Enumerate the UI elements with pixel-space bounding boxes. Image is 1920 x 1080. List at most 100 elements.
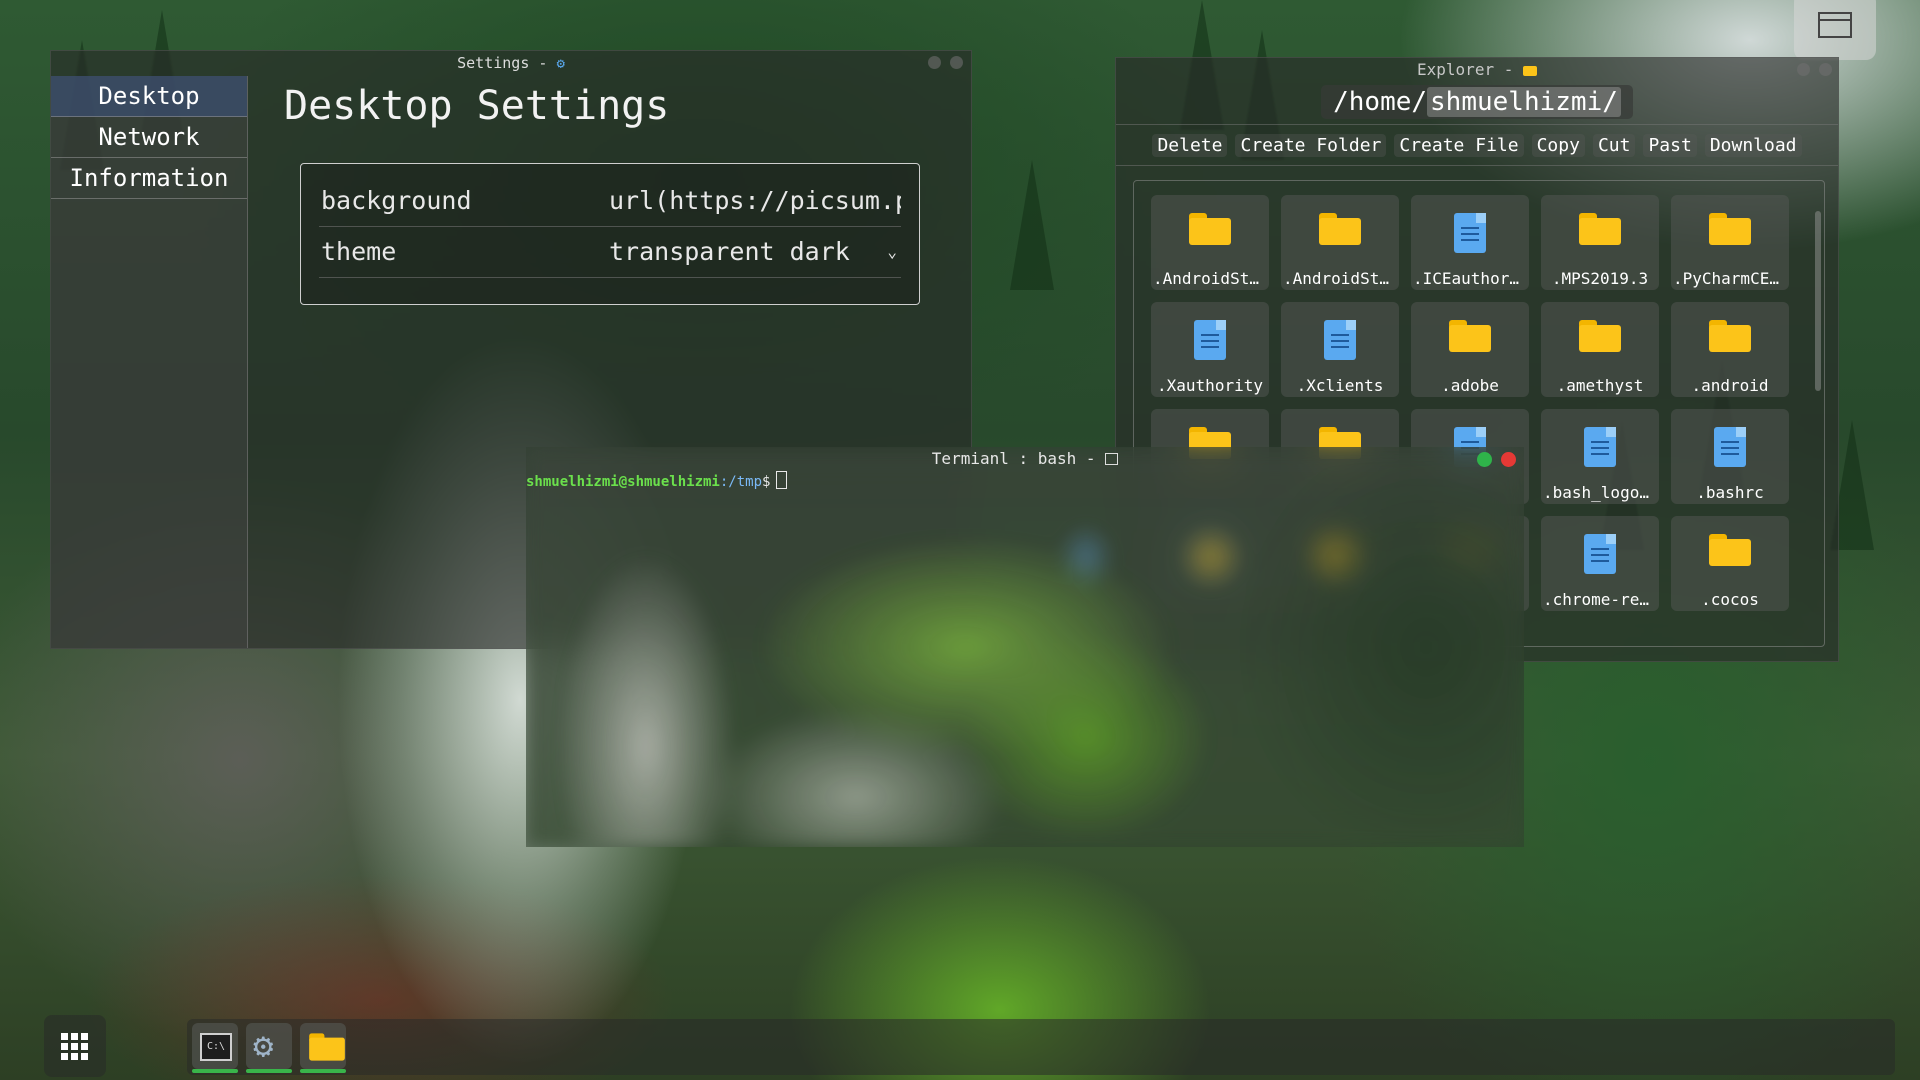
path-input[interactable]: /home/shmuelhizmi/ [1321, 85, 1633, 119]
app-launcher-button[interactable] [44, 1015, 106, 1077]
file-item-name: .Xclients [1296, 376, 1384, 395]
file-item[interactable]: .MPS2019.3 [1541, 195, 1659, 290]
file-icon [1714, 427, 1746, 467]
terminal-backdrop [526, 447, 1524, 847]
taskbar-terminal[interactable]: C:\ [192, 1023, 238, 1073]
file-item[interactable]: .Xclients [1281, 302, 1399, 397]
theme-select-value: transparent dark [609, 237, 850, 266]
setting-row-background: background url(https://picsum.ph [319, 176, 901, 227]
path-segment-current[interactable]: shmuelhizmi/ [1427, 87, 1621, 117]
explorer-title: Explorer - [1417, 60, 1523, 79]
explorer-titlebar[interactable]: Explorer - [1116, 58, 1838, 82]
gear-icon: ⚙ [253, 1026, 274, 1066]
file-item[interactable]: .AndroidStudio [1151, 195, 1269, 290]
path-bar: /home/shmuelhizmi/ [1116, 84, 1838, 120]
running-indicator [300, 1069, 346, 1073]
page-title: Desktop Settings [284, 83, 670, 129]
theme-select[interactable]: transparent dark ⌄ [609, 227, 901, 277]
file-item-name: .Xauthority [1157, 376, 1263, 395]
folder-icon [1189, 213, 1231, 245]
folder-icon [1319, 213, 1361, 245]
file-item-name: .AndroidStudio [1153, 269, 1267, 288]
create-folder-button[interactable]: Create Folder [1235, 133, 1387, 157]
scrollbar[interactable] [1815, 211, 1821, 391]
taskbar-explorer[interactable] [300, 1023, 346, 1073]
file-item-name: .PyCharmCE2019 [1673, 269, 1787, 288]
terminal-title: Termianl : bash - [931, 449, 1106, 468]
folder-icon [1579, 320, 1621, 352]
folder-icon [309, 1033, 345, 1061]
settings-sidebar: Desktop Network Information [51, 76, 248, 648]
file-item-name: .adobe [1441, 376, 1499, 395]
file-item-name: .android [1691, 376, 1769, 395]
explorer-toolbar: Delete Create Folder Create File Copy Cu… [1116, 124, 1838, 166]
sidebar-item-information[interactable]: Information [51, 158, 247, 199]
file-icon [1324, 320, 1356, 360]
delete-button[interactable]: Delete [1152, 133, 1228, 157]
file-item[interactable]: .adobe [1411, 302, 1529, 397]
wallpaper-tree [1010, 160, 1054, 290]
terminal-window[interactable]: Termianl : bash - shmuelhizmi@shmuelhizm… [526, 447, 1524, 847]
cut-button[interactable]: Cut [1592, 133, 1636, 157]
file-item-name: .bash_logout [1543, 483, 1657, 502]
running-indicator [192, 1069, 238, 1073]
file-item[interactable]: .bashrc [1671, 409, 1789, 504]
terminal-titlebar[interactable]: Termianl : bash - [526, 447, 1524, 471]
close-button[interactable] [1819, 63, 1832, 76]
file-item[interactable]: .amethyst [1541, 302, 1659, 397]
file-item[interactable]: .ICEauthority [1411, 195, 1529, 290]
file-item-name: .MPS2019.3 [1551, 269, 1649, 288]
folder-icon [1709, 213, 1751, 245]
taskbar: C:\ ⚙ [187, 1019, 1895, 1075]
window-icon [1818, 12, 1852, 38]
file-item-name: .chrome-remote [1543, 590, 1657, 609]
file-icon [1584, 534, 1616, 574]
file-item-name: .amethyst [1556, 376, 1644, 395]
running-indicator [246, 1069, 292, 1073]
file-item-name: .AndroidStudio [1283, 269, 1397, 288]
file-icon [1194, 320, 1226, 360]
create-file-button[interactable]: Create File [1394, 133, 1524, 157]
maximize-button[interactable] [1477, 452, 1492, 467]
folder-icon [1709, 320, 1751, 352]
file-icon [1454, 213, 1486, 253]
file-item[interactable]: .AndroidStudio [1281, 195, 1399, 290]
file-item[interactable]: .Xauthority [1151, 302, 1269, 397]
prompt-user: shmuelhizmi@shmuelhizmi [526, 474, 720, 490]
settings-title: Settings - [457, 54, 557, 72]
terminal-app-icon: C:\ [200, 1033, 232, 1061]
file-item[interactable]: .cocos [1671, 516, 1789, 611]
prompt-symbol: $ [762, 474, 771, 490]
folder-icon [1709, 534, 1751, 566]
folder-icon [1579, 213, 1621, 245]
download-button[interactable]: Download [1704, 133, 1802, 157]
window-switcher-button[interactable] [1794, 0, 1876, 60]
sidebar-item-network[interactable]: Network [51, 117, 247, 158]
close-button[interactable] [950, 56, 963, 69]
file-item[interactable]: .PyCharmCE2019 [1671, 195, 1789, 290]
background-input[interactable]: url(https://picsum.ph [609, 176, 901, 226]
prompt-path: :/tmp [719, 474, 763, 490]
terminal-cursor [776, 471, 788, 489]
file-item[interactable]: .chrome-remote [1541, 516, 1659, 611]
minimize-button[interactable] [1797, 63, 1810, 76]
folder-icon [1522, 66, 1537, 76]
taskbar-settings[interactable]: ⚙ [246, 1023, 292, 1073]
file-icon [1584, 427, 1616, 467]
file-item[interactable]: .android [1671, 302, 1789, 397]
setting-label: theme [321, 237, 397, 266]
paste-button[interactable]: Past [1643, 133, 1697, 157]
grid-icon [61, 1033, 88, 1060]
close-button[interactable] [1501, 452, 1516, 467]
terminal-prompt[interactable]: shmuelhizmi@shmuelhizmi:/tmp$ [526, 471, 788, 490]
chevron-down-icon: ⌄ [887, 242, 897, 261]
minimize-button[interactable] [928, 56, 941, 69]
gear-icon: ⚙ [556, 56, 565, 72]
copy-button[interactable]: Copy [1531, 133, 1585, 157]
sidebar-item-desktop[interactable]: Desktop [51, 76, 247, 117]
path-segment[interactable]: /home/ [1333, 87, 1427, 117]
setting-label: background [321, 186, 472, 215]
terminal-icon [1105, 453, 1119, 465]
settings-titlebar[interactable]: Settings - ⚙ [51, 51, 971, 75]
file-item[interactable]: .bash_logout [1541, 409, 1659, 504]
